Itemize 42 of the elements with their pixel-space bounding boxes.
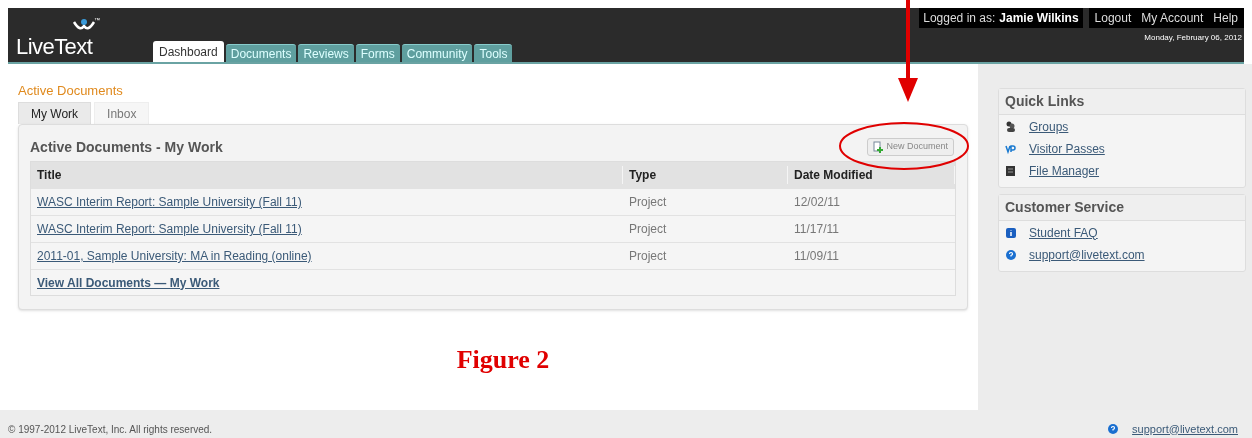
sidebar-link[interactable]: File Manager bbox=[1029, 161, 1100, 180]
help-icon bbox=[1108, 423, 1119, 434]
support-email-link[interactable]: support@livetext.com bbox=[1132, 420, 1238, 437]
sidebar-link[interactable]: Visitor Passes bbox=[1029, 139, 1105, 158]
info-icon bbox=[1005, 226, 1017, 239]
column-header: Type bbox=[623, 166, 788, 184]
sub-tab[interactable]: My Work bbox=[18, 102, 92, 124]
help-icon bbox=[1005, 248, 1017, 261]
file-cabinet-icon bbox=[1005, 164, 1017, 177]
document-link[interactable]: 2011-01, Sample University: MA in Reading (online) bbox=[37, 249, 312, 263]
table-cell-text: Project bbox=[628, 194, 668, 211]
panel-title: Quick Links bbox=[999, 89, 1245, 115]
vp-icon bbox=[1005, 142, 1017, 155]
sidebar-link[interactable]: support@livetext.com bbox=[1029, 245, 1145, 264]
date-text: Monday, February 06, 2012 bbox=[1144, 32, 1242, 44]
group-icon bbox=[1005, 120, 1017, 133]
table-cell-text: 11/09/11 bbox=[793, 248, 840, 265]
table-cell-text: Project bbox=[628, 221, 668, 238]
document-link[interactable]: WASC Interim Report: Sample University (Fall 11) bbox=[37, 195, 302, 209]
copyright-text: © 1997-2012 LiveText, Inc. All rights reserved. bbox=[8, 423, 213, 437]
column-header: Date Modified bbox=[788, 166, 955, 184]
login-label: Logged in as: bbox=[923, 10, 996, 27]
panel-title: Active Documents - My Work bbox=[30, 137, 223, 157]
section-title: Active Documents bbox=[18, 82, 124, 100]
view-all-link[interactable]: View All Documents — My Work bbox=[37, 273, 220, 292]
table-cell-text: Project bbox=[628, 248, 668, 265]
header-link[interactable]: My Account bbox=[1141, 9, 1204, 27]
new-document-icon bbox=[873, 141, 884, 153]
table-cell-text: 11/17/11 bbox=[793, 221, 840, 238]
table-cell-text: 12/02/11 bbox=[793, 194, 841, 211]
document-link[interactable]: WASC Interim Report: Sample University (Fall 11) bbox=[37, 222, 302, 236]
user-name: Jamie Wilkins bbox=[999, 10, 1079, 27]
header-link[interactable]: Help bbox=[1213, 9, 1238, 27]
nav-tab[interactable]: Dashboard bbox=[153, 41, 224, 62]
column-header: Title bbox=[31, 166, 623, 184]
sidebar-link[interactable]: Student FAQ bbox=[1029, 223, 1098, 242]
header-link[interactable]: Logout bbox=[1094, 9, 1132, 27]
sidebar-link[interactable]: Groups bbox=[1029, 117, 1069, 136]
logo-text: LiveText bbox=[16, 33, 93, 61]
sub-tab[interactable]: Inbox bbox=[94, 102, 150, 124]
panel-title: Customer Service bbox=[999, 195, 1245, 221]
figure-caption: Figure 2 bbox=[456, 344, 550, 376]
